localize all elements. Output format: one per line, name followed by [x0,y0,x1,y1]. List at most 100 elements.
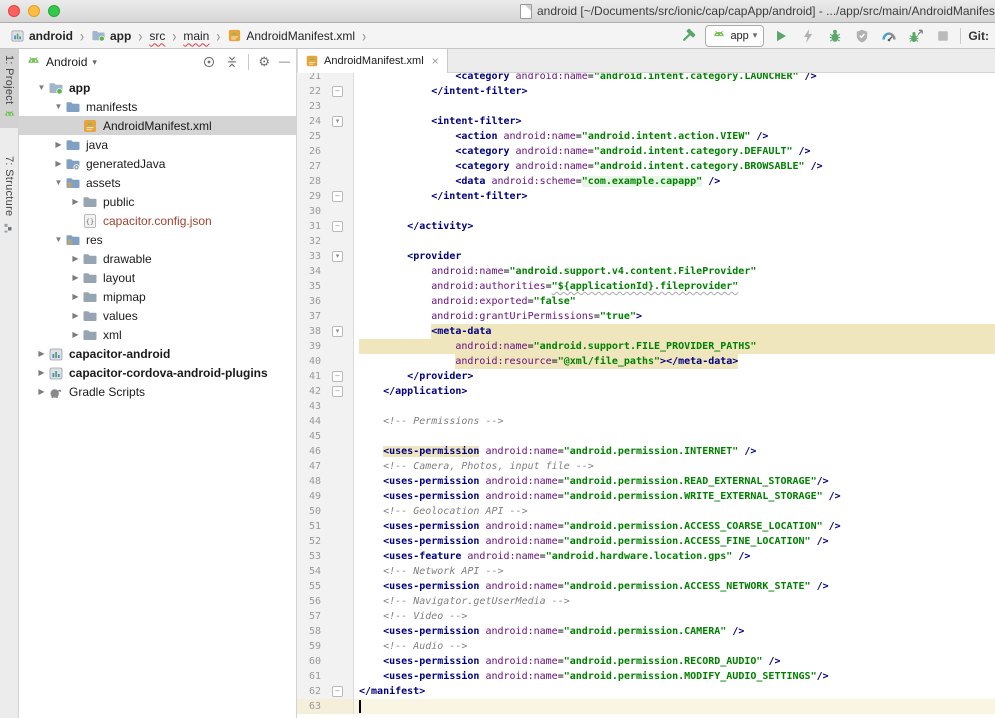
tree-item-capacitor-config-json[interactable]: {}capacitor.config.json [19,211,296,230]
code-line-50[interactable]: 50 <!-- Geolocation API --> [297,504,995,519]
code-line-61[interactable]: 61 <uses-permission android:name="androi… [297,669,995,684]
tree-item-xml[interactable]: ▶xml [19,325,296,344]
code-line-57[interactable]: 57 <!-- Video --> [297,609,995,624]
tree-item-drawable[interactable]: ▶drawable [19,249,296,268]
code-line-52[interactable]: 52 <uses-permission android:name="androi… [297,534,995,549]
code-text[interactable]: <uses-permission android:name="android.p… [354,669,995,684]
code-text[interactable]: </application> [354,384,995,399]
code-line-45[interactable]: 45 [297,429,995,444]
chevron-collapsed-icon[interactable]: ▶ [35,368,48,377]
code-text[interactable]: <uses-permission android:name="android.p… [354,444,995,459]
code-text[interactable] [354,429,995,444]
chevron-collapsed-icon[interactable]: ▶ [35,387,48,396]
code-line-35[interactable]: 35 android:authorities="${applicationId}… [297,279,995,294]
collapse-all-button[interactable] [225,55,239,69]
code-line-62[interactable]: 62−</manifest> [297,684,995,699]
run-with-coverage-button[interactable] [852,26,872,46]
code-text[interactable]: <meta-data [354,324,995,339]
chevron-collapsed-icon[interactable]: ▶ [35,349,48,358]
project-view-selector[interactable]: Android [46,55,87,69]
locate-file-button[interactable] [202,55,216,69]
code-line-39[interactable]: 39 android:name="android.support.FILE_PR… [297,339,995,354]
fold-collapse-icon[interactable]: − [332,191,343,202]
code-line-41[interactable]: 41− </provider> [297,369,995,384]
code-text[interactable]: </activity> [354,219,995,234]
code-line-63[interactable]: 63 [297,699,995,714]
settings-gear-icon[interactable]: ⚙ [258,54,270,70]
chevron-collapsed-icon[interactable]: ▶ [69,254,82,263]
fold-collapse-icon[interactable]: − [332,386,343,397]
code-text[interactable]: <!-- Camera, Photos, input file --> [354,459,995,474]
build-hammer-button[interactable] [678,26,698,46]
code-line-42[interactable]: 42− </application> [297,384,995,399]
chevron-collapsed-icon[interactable]: ▶ [69,311,82,320]
code-line-37[interactable]: 37 android:grantUriPermissions="true"> [297,309,995,324]
profiler-button[interactable] [879,26,899,46]
run-button[interactable] [771,26,791,46]
code-text[interactable]: <uses-permission android:name="android.p… [354,579,995,594]
tab-androidmanifest[interactable]: AndroidManifest.xml × [297,49,448,73]
tree-item-generatedjava[interactable]: ▶generatedJava [19,154,296,173]
code-line-43[interactable]: 43 [297,399,995,414]
breadcrumb-item-androidmanifest-xml[interactable]: AndroidManifest.xml [225,28,357,43]
code-text[interactable] [354,399,995,414]
code-text[interactable]: <!-- Geolocation API --> [354,504,995,519]
fold-collapse-icon[interactable]: − [332,686,343,697]
code-text[interactable]: <uses-permission android:name="android.p… [354,624,995,639]
minimize-window-button[interactable] [28,5,40,17]
tree-item-manifests[interactable]: ▼manifests [19,97,296,116]
fold-region-icon[interactable]: ▾ [332,251,343,262]
code-line-30[interactable]: 30 [297,204,995,219]
tree-item-layout[interactable]: ▶layout [19,268,296,287]
code-line-56[interactable]: 56 <!-- Navigator.getUserMedia --> [297,594,995,609]
code-line-53[interactable]: 53 <uses-feature android:name="android.h… [297,549,995,564]
code-line-48[interactable]: 48 <uses-permission android:name="androi… [297,474,995,489]
code-text[interactable]: <action android:name="android.intent.act… [354,129,995,144]
code-text[interactable]: <uses-permission android:name="android.p… [354,489,995,504]
tool-button-structure[interactable]: 7: Structure [0,150,18,239]
breadcrumb-item-android[interactable]: android [8,28,75,43]
code-line-40[interactable]: 40 android:resource="@xml/file_paths"></… [297,354,995,369]
code-line-47[interactable]: 47 <!-- Camera, Photos, input file --> [297,459,995,474]
code-text[interactable] [354,99,995,114]
stop-button[interactable] [933,26,953,46]
chevron-collapsed-icon[interactable]: ▶ [52,140,65,149]
code-text[interactable]: <uses-feature android:name="android.hard… [354,549,995,564]
code-text[interactable]: android:authorities="${applicationId}.fi… [354,279,995,294]
code-line-24[interactable]: 24▾ <intent-filter> [297,114,995,129]
code-text[interactable]: <category android:name="android.intent.c… [354,144,995,159]
code-text[interactable]: android:grantUriPermissions="true"> [354,309,995,324]
code-text[interactable]: </intent-filter> [354,84,995,99]
chevron-expanded-icon[interactable]: ▼ [52,102,65,111]
code-text[interactable] [354,234,995,249]
breadcrumb-item-src[interactable]: src [147,29,167,43]
code-text[interactable]: <!-- Permissions --> [354,414,995,429]
chevron-expanded-icon[interactable]: ▼ [52,178,65,187]
code-text[interactable]: android:name="android.support.FILE_PROVI… [354,339,995,354]
code-text[interactable]: <uses-permission android:name="android.p… [354,519,995,534]
tree-item-androidmanifest-xml[interactable]: AndroidManifest.xml [19,116,296,135]
code-text[interactable]: android:resource="@xml/file_paths"></met… [354,354,995,369]
close-window-button[interactable] [8,5,20,17]
code-line-36[interactable]: 36 android:exported="false" [297,294,995,309]
chevron-expanded-icon[interactable]: ▼ [52,235,65,244]
tree-item-capacitor-cordova-android-plugins[interactable]: ▶capacitor-cordova-android-plugins [19,363,296,382]
tree-item-gradle-scripts[interactable]: ▶Gradle Scripts [19,382,296,401]
code-text[interactable]: </manifest> [354,684,995,699]
code-text[interactable]: <!-- Audio --> [354,639,995,654]
chevron-collapsed-icon[interactable]: ▶ [52,159,65,168]
code-text[interactable]: <data android:scheme="com.example.capapp… [354,174,995,189]
code-text[interactable]: android:exported="false" [354,294,995,309]
code-line-46[interactable]: 46 <uses-permission android:name="androi… [297,444,995,459]
tree-item-capacitor-android[interactable]: ▶capacitor-android [19,344,296,363]
code-line-25[interactable]: 25 <action android:name="android.intent.… [297,129,995,144]
code-line-26[interactable]: 26 <category android:name="android.inten… [297,144,995,159]
code-line-58[interactable]: 58 <uses-permission android:name="androi… [297,624,995,639]
code-text[interactable]: <uses-permission android:name="android.p… [354,534,995,549]
code-line-32[interactable]: 32 [297,234,995,249]
code-line-21[interactable]: 21 <category android:name="android.inten… [297,73,995,84]
zoom-window-button[interactable] [48,5,60,17]
tool-button-project[interactable]: 1: Project [0,49,18,128]
debug-button[interactable] [825,26,845,46]
code-text[interactable] [354,699,995,714]
